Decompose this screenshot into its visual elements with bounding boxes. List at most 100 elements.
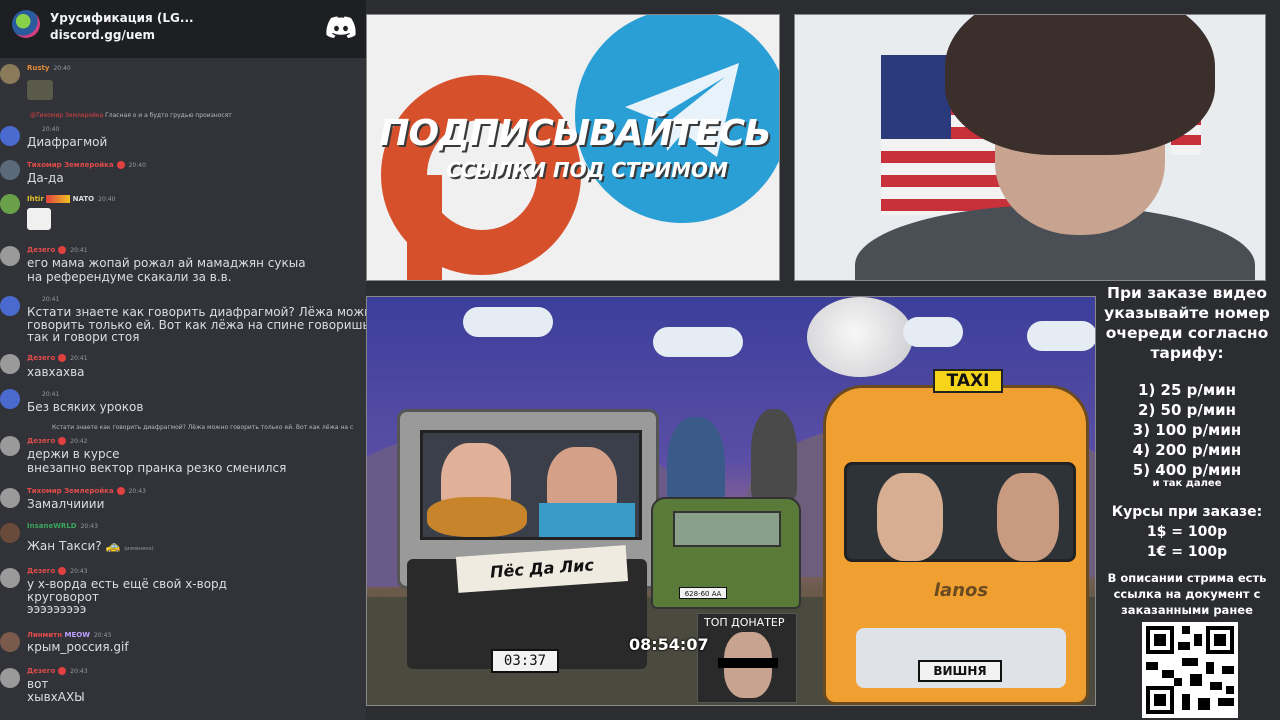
tariff-item: 2) 50 р/мин [1138, 401, 1236, 419]
message-text: Да-да [27, 171, 64, 185]
niva-car: 628-60 АА [651, 497, 801, 609]
custom-emoji [27, 208, 51, 230]
top-donor-card: ТОП ДОНАТЕР [697, 613, 797, 703]
cloud [1027, 321, 1095, 351]
message-author[interactable]: Тихомир Землеройка 20:43 [27, 487, 146, 495]
role-badge-icon [58, 437, 67, 445]
tariff-item: 4) 200 р/мин [1132, 441, 1242, 459]
message-text: крым_россия.gif [27, 640, 129, 654]
message-author[interactable]: 20:41 [38, 295, 59, 303]
taxi-body: lanos ВИШНЯ [823, 385, 1089, 705]
tariff-item: 5) 400 р/мин [1132, 461, 1242, 479]
webcam-panel [794, 14, 1266, 281]
taxi-plate: ВИШНЯ [918, 660, 1002, 682]
truck-plate: 03:37 [491, 649, 559, 673]
server-invite-link[interactable]: discord.gg/uem [50, 28, 155, 42]
server-header[interactable]: Урусификация (LG... discord.gg/uem [0, 0, 366, 58]
subscribe-promo-panel: ПОДПИСЫВАЙТЕСЬ ССЫЛКИ ПОД СТРИМОМ [366, 14, 780, 281]
reply-preview[interactable]: Кстати знаете как говорить диафрагмой? Л… [52, 424, 353, 431]
cloud [653, 327, 743, 357]
message-text: держи в курсе [27, 447, 120, 461]
order-intro: При заказе видео указывайте номер очеред… [1104, 284, 1270, 362]
avatar[interactable] [0, 568, 20, 588]
avatar[interactable] [0, 488, 20, 508]
message-author[interactable]: Дезего 20:43 [27, 667, 88, 675]
promo-subline: ССЫЛКИ ПОД СТРИМОМ [446, 158, 728, 182]
message-text: вот [27, 677, 49, 691]
message-author[interactable]: InsaneWRLD 20:43 [27, 522, 98, 530]
rate-item: 1$ = 100р [1146, 524, 1228, 540]
discord-chat-panel: Урусификация (LG... discord.gg/uem Rusty… [0, 0, 366, 720]
role-badge-icon [58, 567, 67, 575]
avatar[interactable] [0, 632, 20, 652]
avatar[interactable] [0, 389, 20, 409]
avatar[interactable] [0, 126, 20, 146]
rate-item: 1€ = 100р [1146, 544, 1228, 560]
tariff-list: 1) 25 р/мин 2) 50 р/мин 3) 100 р/мин 4) … [1102, 380, 1272, 490]
message-author[interactable]: 20:41 [38, 390, 59, 398]
patreon-logo-stem [407, 175, 442, 280]
server-name: Урусификация (LG... [50, 11, 194, 25]
message-author[interactable]: Rusty 20:40 [27, 64, 71, 72]
reply-preview[interactable]: @Тихомир Землеройка Гласная о и а будто … [30, 112, 232, 119]
avatar[interactable] [0, 354, 20, 374]
tariff-item: 1) 25 р/мин [1138, 381, 1236, 399]
message-text: его мама жопай рожал ай мамаджян сукыа [27, 256, 306, 270]
message-text: Замалчииии [27, 497, 105, 511]
role-badge-icon [116, 487, 125, 495]
rates-title: Курсы при заказе: [1111, 504, 1263, 520]
message-author[interactable]: Дезего 20:43 [27, 567, 88, 575]
role-badge-icon [58, 667, 67, 675]
taxi-van: lanos ВИШНЯ TAXI [823, 365, 1093, 705]
server-icon[interactable] [12, 10, 40, 38]
truck-window [420, 430, 642, 540]
avatar[interactable] [0, 523, 20, 543]
role-badge-icon [116, 161, 125, 169]
message-text: Кстати знаете как говорить диафрагмой? Л… [27, 305, 366, 319]
streamer-hair [945, 15, 1215, 155]
truck: Пёс Да Лис 03:37 [397, 409, 667, 673]
avatar[interactable] [0, 194, 20, 214]
tariff-item: 3) 100 р/мин [1132, 421, 1242, 439]
avatar[interactable] [0, 668, 20, 688]
promo-headline: ПОДПИСЫВАЙТЕСЬ [379, 113, 771, 154]
message-text: внезапно вектор пранка резко сменился [27, 461, 287, 475]
message-text: Жан Такси? 🚕 (изменено) [27, 539, 154, 553]
order-info-panel: При заказе видео указывайте номер очеред… [1102, 283, 1272, 634]
stream-timer: 08:54:07 [629, 635, 709, 654]
message-text: так и говори стоя [27, 330, 140, 344]
message-text: Без всяких уроков [27, 400, 144, 414]
avatar[interactable] [0, 296, 20, 316]
role-badge-icon [58, 354, 67, 362]
message-text: у х-ворда есть ещё свой х-ворд [27, 577, 227, 591]
message-text: на референдуме скакали за в.в. [27, 270, 232, 284]
message-author[interactable]: Ihtir NATO 20:40 [27, 195, 115, 203]
avatar[interactable] [0, 246, 20, 266]
message-author[interactable]: 20:40 [38, 125, 59, 133]
message-author[interactable]: Дезего 20:41 [27, 354, 88, 362]
niva-plate: 628-60 АА [679, 587, 727, 599]
character [751, 409, 797, 499]
avatar[interactable] [0, 160, 20, 180]
message-author[interactable]: Тихомир Землеройка 20:40 [27, 161, 146, 169]
role-banner [46, 195, 71, 203]
taxi-sign: TAXI [933, 369, 1003, 393]
top-donor-label: ТОП ДОНАТЕР [704, 616, 785, 629]
tariff-more: и так далее [1152, 478, 1222, 489]
taxi-window [844, 462, 1076, 562]
taxi-brand: lanos [933, 580, 989, 601]
censor-bar [718, 658, 778, 668]
message-text: Диафрагмой [27, 135, 108, 149]
role-badge-icon [58, 246, 67, 254]
avatar[interactable] [0, 64, 20, 84]
message-author[interactable]: Дезего 20:41 [27, 246, 88, 254]
discord-logo-icon[interactable] [326, 16, 356, 38]
message-author[interactable]: Дезего 20:42 [27, 437, 88, 445]
message-text: хывхАХЫ [27, 690, 85, 704]
qr-code-icon [1142, 622, 1238, 718]
message-text: хавхахва [27, 365, 85, 379]
game-scene: Пёс Да Лис 03:37 628-60 АА lanos ВИШНЯ T… [366, 296, 1096, 706]
message-text: эээээээээ [27, 602, 87, 616]
message-author[interactable]: Линмитн MEOW 20:43 [27, 631, 111, 639]
avatar[interactable] [0, 436, 20, 456]
